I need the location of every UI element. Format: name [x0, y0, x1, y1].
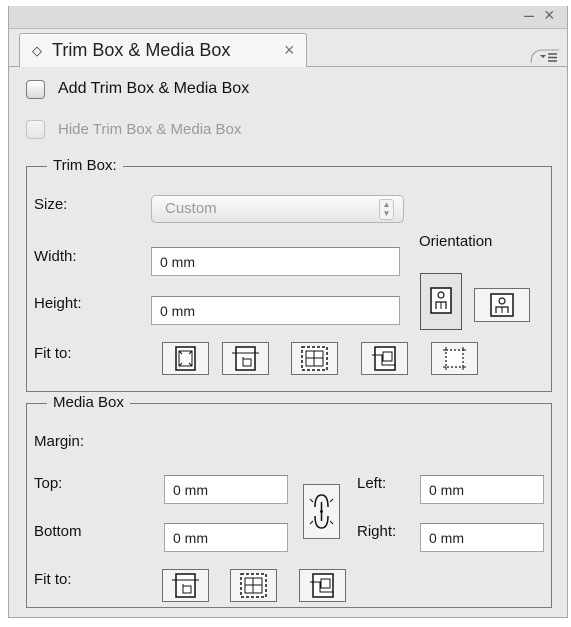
- tab-indicator-icon: ◇: [32, 43, 42, 58]
- portrait-orientation-button[interactable]: [420, 273, 462, 330]
- trim-fit-bleedbox-button[interactable]: [291, 342, 338, 375]
- margin-label: Margin:: [34, 433, 85, 450]
- panel-menu-button[interactable]: [529, 36, 561, 64]
- fit-cropbox-icon: [310, 573, 334, 598]
- media-fit-bleedbox-button[interactable]: [230, 569, 277, 602]
- link-margins-button[interactable]: [303, 484, 340, 539]
- minimize-button[interactable]: –: [524, 5, 534, 26]
- fit-trimbox-icon: [172, 573, 199, 598]
- menu-icon: [530, 49, 559, 64]
- trim-fit-mediabox-button[interactable]: [431, 342, 478, 375]
- hide-trim-media-checkbox[interactable]: [26, 120, 45, 139]
- tab-trim-media-box[interactable]: ◇ Trim Box & Media Box ×: [19, 33, 307, 67]
- height-label: Height:: [34, 295, 82, 312]
- media-fit-cropbox-button[interactable]: [299, 569, 346, 602]
- right-margin-input[interactable]: 0 mm: [420, 523, 544, 552]
- trim-fit-artbox-button[interactable]: [162, 342, 209, 375]
- panel-title-strip: – ×: [9, 5, 567, 29]
- size-select-value: Custom: [165, 200, 217, 217]
- fit-bleedbox-icon: [240, 573, 267, 598]
- width-input[interactable]: 0 mm: [151, 247, 400, 276]
- width-label: Width:: [34, 248, 77, 265]
- size-label: Size:: [34, 196, 68, 213]
- trim-fit-trimbox-button[interactable]: [222, 342, 269, 375]
- chevron-updown-icon: ▲ ▼: [379, 199, 394, 220]
- fit-cropbox-icon: [372, 346, 396, 371]
- left-label: Left:: [357, 475, 387, 492]
- trim-fit-cropbox-button[interactable]: [361, 342, 408, 375]
- size-select[interactable]: Custom ▲ ▼: [151, 195, 404, 223]
- bottom-margin-input[interactable]: 0 mm: [164, 523, 288, 552]
- landscape-orientation-icon: [490, 293, 514, 317]
- tab-title: Trim Box & Media Box: [52, 40, 231, 60]
- bottom-label: Bottom: [34, 523, 82, 540]
- close-panel-button[interactable]: ×: [544, 5, 555, 26]
- add-trim-media-label: Add Trim Box & Media Box: [58, 80, 250, 97]
- media-fit-trimbox-button[interactable]: [162, 569, 209, 602]
- media-box-legend: Media Box: [47, 394, 130, 411]
- fit-trimbox-icon: [232, 346, 259, 371]
- top-margin-input[interactable]: 0 mm: [164, 475, 288, 504]
- right-label: Right:: [357, 523, 397, 540]
- left-margin-input[interactable]: 0 mm: [420, 475, 544, 504]
- fit-artbox-icon: [175, 346, 196, 371]
- height-input[interactable]: 0 mm: [151, 296, 400, 325]
- top-label: Top:: [34, 475, 63, 492]
- media-fit-label: Fit to:: [34, 571, 72, 588]
- trim-media-panel: – × ◇ Trim Box & Media Box × Add Trim Bo…: [8, 5, 568, 618]
- fit-mediabox-icon: [443, 347, 466, 370]
- portrait-orientation-icon: [430, 287, 452, 314]
- hide-trim-media-label: Hide Trim Box & Media Box: [58, 121, 242, 138]
- trim-box-group: Trim Box: Size: Custom ▲ ▼ Width: 0 mm He…: [26, 157, 552, 392]
- link-margins-icon: [309, 494, 334, 529]
- fit-bleedbox-icon: [301, 346, 328, 371]
- trim-fit-label: Fit to:: [34, 345, 72, 362]
- trim-box-legend: Trim Box:: [47, 157, 123, 174]
- orientation-label: Orientation: [419, 233, 493, 250]
- landscape-orientation-button[interactable]: [474, 288, 530, 322]
- media-box-group: Media Box Margin: Top: 0 mm Bottom 0 mm …: [26, 394, 552, 608]
- tab-close-icon[interactable]: ×: [284, 40, 295, 61]
- add-trim-media-checkbox[interactable]: [26, 80, 45, 99]
